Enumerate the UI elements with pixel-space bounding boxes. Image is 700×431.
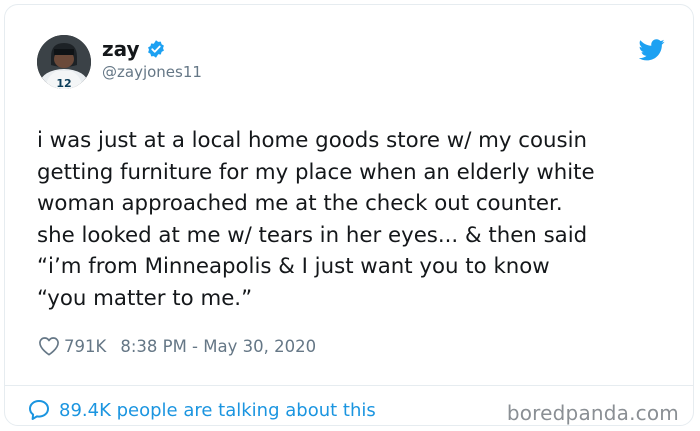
tweet-text-line: woman approached me at the check out cou… (37, 191, 563, 216)
tweet-text: i was just at a local home goods store w… (37, 125, 677, 314)
watermark: boredpanda.com (506, 401, 679, 425)
tweet-text-line: “i’m from Minneapolis & I just want you … (37, 254, 550, 279)
heart-icon[interactable] (38, 336, 60, 356)
twitter-bird-icon[interactable] (639, 39, 665, 61)
jersey-number: 12 (56, 77, 71, 89)
conversation-link[interactable]: 89.4K people are talking about this (27, 398, 376, 422)
tweet-text-line: i was just at a local home goods store w… (37, 128, 588, 153)
timestamp[interactable]: 8:38 PM - May 30, 2020 (120, 337, 316, 356)
author-handle[interactable]: @zayjones11 (102, 63, 202, 81)
avatar[interactable]: 12 (37, 35, 91, 89)
conversation-count[interactable]: 89.4K people are talking about this (59, 400, 376, 421)
tweet-text-line: “you matter to me.” (37, 285, 253, 311)
tweet-meta: 791K 8:38 PM - May 30, 2020 (38, 336, 316, 356)
verified-badge-icon (147, 40, 164, 58)
divider (5, 385, 693, 386)
like-count[interactable]: 791K (64, 337, 106, 356)
speech-bubble-icon (29, 400, 49, 420)
avatar-image: 12 (37, 35, 91, 89)
tweet-text-line: getting furniture for my place when an e… (37, 159, 595, 185)
tweet-card: 12 zay @zayjones11 i was just at a local… (4, 4, 694, 426)
author-name-row[interactable]: zay (102, 37, 166, 61)
display-name[interactable]: zay (102, 37, 140, 61)
tweet-text-line: she looked at me w/ tears in her eyes...… (37, 222, 588, 248)
